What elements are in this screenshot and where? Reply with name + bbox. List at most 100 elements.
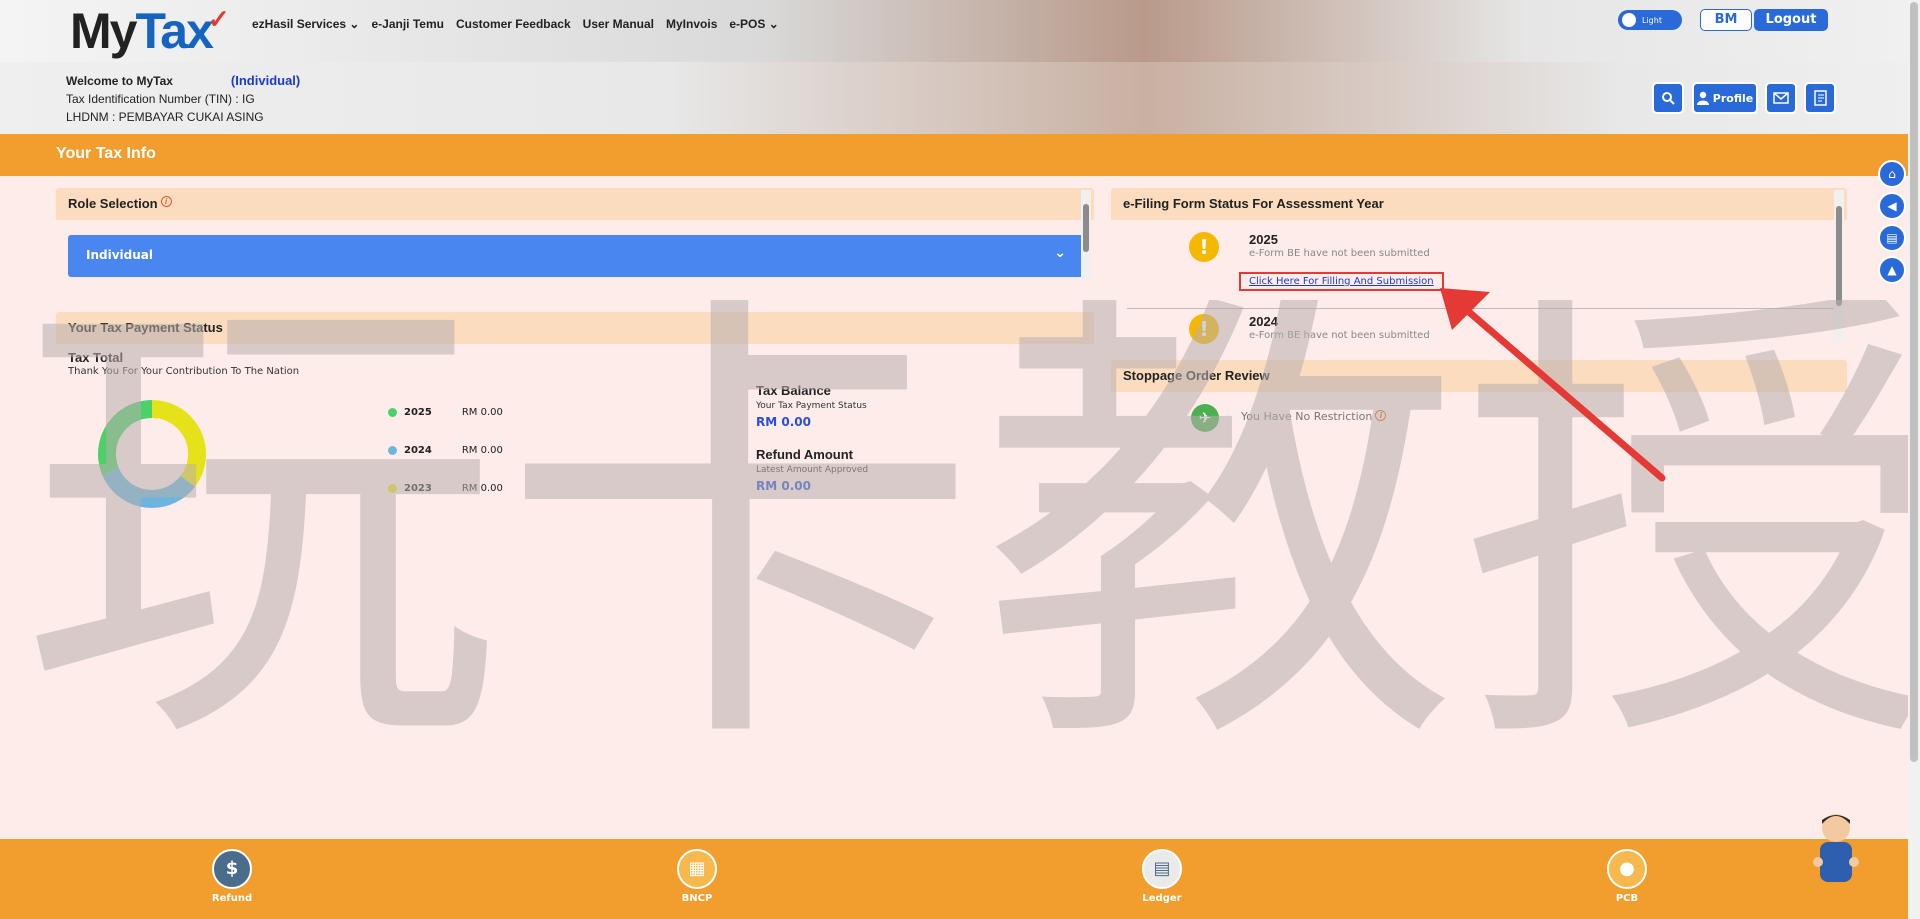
efiling-year: 2025 bbox=[1249, 232, 1278, 247]
tax-info-title: Your Tax Info bbox=[56, 145, 156, 162]
profile-button[interactable]: Profile bbox=[1692, 82, 1758, 114]
tax-balance-subtitle: Your Tax Payment Status bbox=[756, 401, 867, 411]
notebook-icon bbox=[1814, 90, 1827, 106]
page-scrollbar-thumb[interactable] bbox=[1910, 2, 1918, 762]
logout-button[interactable]: Logout bbox=[1754, 9, 1828, 31]
role-selection-title: Role Selection bbox=[68, 196, 158, 211]
tax-payment-header: Your Tax Payment Status bbox=[56, 312, 1094, 344]
page-scrollbar[interactable] bbox=[1908, 0, 1920, 919]
book-icon: ▤ bbox=[1886, 231, 1898, 245]
role-card-scrollbar[interactable] bbox=[1081, 190, 1091, 280]
efiling-year: 2024 bbox=[1249, 314, 1278, 329]
scrollbar-thumb[interactable] bbox=[1836, 206, 1842, 306]
bottom-nav-pcb[interactable]: ● PCB bbox=[1587, 849, 1667, 904]
legend-item-2025: 2025 RM 0.00 bbox=[388, 407, 503, 418]
toggle-knob bbox=[1622, 13, 1636, 27]
plane-icon: ✈ bbox=[1191, 404, 1219, 432]
megaphone-icon: ◀ bbox=[1887, 199, 1897, 213]
theme-toggle[interactable]: Light bbox=[1618, 10, 1682, 30]
tax-total-donut-chart bbox=[98, 400, 206, 508]
welcome-block: Welcome to MyTax (Individual) Tax Identif… bbox=[66, 72, 300, 126]
warning-icon: ! bbox=[1189, 314, 1219, 344]
chevron-down-icon: ⌄ bbox=[349, 17, 360, 31]
efiling-note: e-Form BE have not been submitted bbox=[1249, 248, 1430, 259]
tax-info-title-bar: Your Tax Info bbox=[0, 134, 1908, 176]
chat-assistant-avatar[interactable] bbox=[1808, 810, 1864, 890]
announcement-button[interactable]: ◀ bbox=[1878, 192, 1906, 220]
logo-my: My bbox=[70, 3, 137, 59]
legend-amount: RM 0.00 bbox=[461, 445, 503, 456]
tax-balance-title: Tax Balance bbox=[756, 383, 831, 398]
tax-payment-card: Your Tax Payment Status Tax Total Thank … bbox=[56, 312, 1094, 542]
home-icon: ⌂ bbox=[1888, 167, 1896, 181]
ledger-icon: ▤ bbox=[1142, 849, 1182, 889]
nav-epos[interactable]: e-POS ⌄ bbox=[729, 17, 778, 31]
pcb-icon: ● bbox=[1607, 849, 1647, 889]
info-icon[interactable]: i bbox=[1375, 410, 1387, 421]
nav-myinvois[interactable]: MyInvois bbox=[666, 17, 717, 31]
bottom-nav-ledger-label: Ledger bbox=[1142, 893, 1182, 904]
welcome-role: (Individual) bbox=[230, 73, 301, 88]
role-select[interactable]: Individual ⌄ bbox=[68, 235, 1084, 277]
bncp-icon: ▦ bbox=[677, 849, 717, 889]
legend-dot bbox=[388, 446, 397, 455]
legend-year: 2024 bbox=[404, 445, 432, 456]
legend-item-2023: 2023 RM 0.00 bbox=[388, 483, 503, 494]
efiling-header: e-Filing Form Status For Assessment Year bbox=[1111, 188, 1847, 220]
graduation-icon: ▲ bbox=[1887, 263, 1897, 277]
bottom-nav-pcb-label: PCB bbox=[1615, 893, 1639, 904]
guide-button[interactable]: ▤ bbox=[1878, 224, 1906, 252]
refund-icon: $ bbox=[212, 849, 252, 889]
legend-year: 2023 bbox=[404, 483, 432, 494]
language-button[interactable]: BM bbox=[1700, 9, 1752, 31]
legend-year: 2025 bbox=[404, 407, 432, 418]
efiling-row-2025: ! 2025 e-Form BE have not been submitted bbox=[1111, 228, 1811, 308]
efiling-scrollbar[interactable] bbox=[1834, 190, 1844, 342]
bottom-nav-refund-label: Refund bbox=[211, 893, 253, 904]
efiling-note: e-Form BE have not been submitted bbox=[1249, 330, 1430, 341]
legend-dot bbox=[388, 484, 397, 493]
legend-amount: RM 0.00 bbox=[461, 407, 503, 418]
efiling-row-2024: ! 2024 e-Form BE have not been submitted bbox=[1111, 310, 1811, 350]
education-button[interactable]: ▲ bbox=[1878, 256, 1906, 284]
tax-total-title: Tax Total bbox=[68, 350, 124, 365]
info-icon[interactable]: i bbox=[160, 196, 172, 207]
welcome-greeting: Welcome to MyTax bbox=[66, 74, 173, 88]
mail-icon bbox=[1773, 92, 1789, 104]
refund-amount-value: RM 0.00 bbox=[756, 479, 811, 493]
bottom-nav-refund[interactable]: $ Refund bbox=[192, 849, 272, 904]
notebook-button[interactable] bbox=[1804, 82, 1836, 114]
bottom-nav: $ Refund ▦ BNCP ▤ Ledger ● PCB bbox=[0, 839, 1908, 919]
search-icon bbox=[1662, 92, 1675, 105]
bottom-nav-bncp[interactable]: ▦ BNCP bbox=[657, 849, 737, 904]
role-selection-card: Role Selection i Individual ⌄ bbox=[56, 188, 1094, 284]
bottom-nav-ledger[interactable]: ▤ Ledger bbox=[1122, 849, 1202, 904]
efiling-status-card: e-Filing Form Status For Assessment Year… bbox=[1111, 188, 1847, 350]
nav-ezhasil[interactable]: ezHasil Services ⌄ bbox=[252, 17, 359, 31]
nav-manual[interactable]: User Manual bbox=[583, 17, 654, 31]
nav-epos-label: e-POS bbox=[729, 17, 766, 31]
office-line: LHDNM : PEMBAYAR CUKAI ASING bbox=[66, 110, 264, 124]
nav-ejanji[interactable]: e-Janji Temu bbox=[371, 17, 443, 31]
mytax-logo[interactable]: MyTax✓ bbox=[70, 2, 232, 60]
stoppage-order-card: Stoppage Order Review ✈ You Have No Rest… bbox=[1111, 360, 1847, 456]
welcome-banner: Welcome to MyTax (Individual) Tax Identif… bbox=[0, 62, 1908, 134]
search-button[interactable] bbox=[1652, 82, 1684, 114]
inbox-button[interactable] bbox=[1765, 82, 1797, 114]
theme-toggle-label: Light bbox=[1642, 15, 1662, 25]
legend-item-2024: 2024 RM 0.00 bbox=[388, 445, 503, 456]
nav-feedback[interactable]: Customer Feedback bbox=[456, 17, 571, 31]
scrollbar-thumb[interactable] bbox=[1083, 204, 1089, 252]
role-select-value: Individual bbox=[86, 248, 153, 262]
logo-tick: ✓ bbox=[207, 4, 230, 34]
home-button[interactable]: ⌂ bbox=[1878, 160, 1906, 188]
stoppage-header: Stoppage Order Review bbox=[1111, 360, 1847, 392]
logo-tax: Tax bbox=[135, 3, 213, 59]
file-and-submit-link[interactable]: Click Here For Filling And Submission bbox=[1239, 272, 1444, 291]
restriction-status: You Have No Restriction i bbox=[1241, 410, 1387, 423]
refund-amount-subtitle: Latest Amount Approved bbox=[756, 465, 869, 475]
legend-dot bbox=[388, 408, 397, 417]
warning-icon: ! bbox=[1189, 232, 1219, 262]
restriction-message: You Have No Restriction bbox=[1241, 410, 1373, 423]
chevron-down-icon: ⌄ bbox=[1054, 245, 1066, 261]
